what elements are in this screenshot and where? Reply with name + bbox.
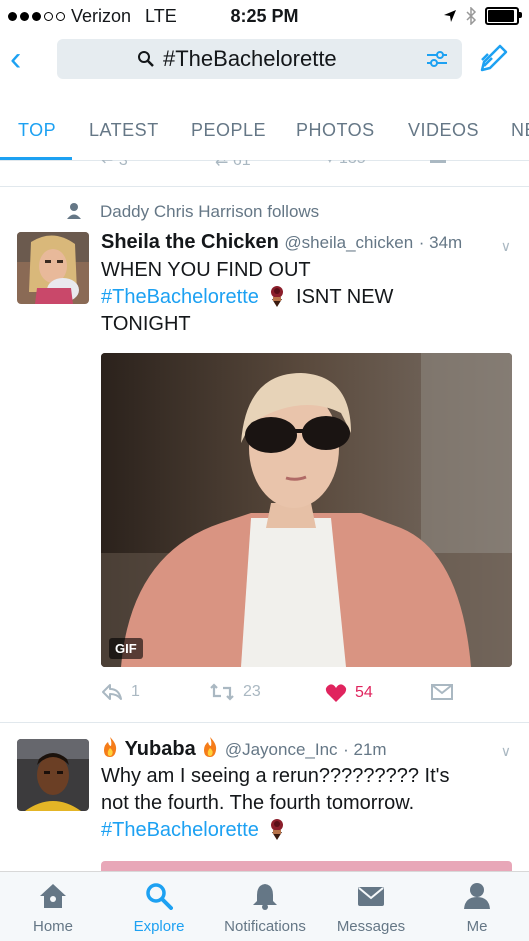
tab-home[interactable]: Home bbox=[0, 872, 106, 941]
author-name[interactable]: Yubaba bbox=[125, 738, 196, 760]
tab-people[interactable]: PEOPLE bbox=[191, 120, 266, 141]
compose-tweet-icon[interactable] bbox=[478, 42, 510, 74]
direct-message-button[interactable] bbox=[431, 683, 453, 701]
previous-reply-count[interactable]: ↩ 3 bbox=[101, 160, 128, 170]
previous-dm-icon[interactable]: ▬ bbox=[430, 160, 446, 168]
tweet-text-line: ISNT NEW bbox=[296, 286, 394, 308]
tweet[interactable]: Daddy Chris Harrison follows Sheila the … bbox=[0, 186, 529, 723]
tab-label: Messages bbox=[336, 918, 406, 935]
social-context: Daddy Chris Harrison follows bbox=[100, 202, 320, 221]
search-header: ‹ #TheBachelorette bbox=[0, 36, 529, 84]
previous-retweet-count[interactable]: ⇄ 61 bbox=[215, 160, 251, 170]
rose-emoji-icon bbox=[271, 286, 284, 307]
back-icon[interactable]: ‹ bbox=[10, 42, 21, 76]
author-handle[interactable]: @Jayonce_Inc bbox=[225, 740, 338, 759]
hashtag-link[interactable]: #TheBachelorette bbox=[101, 819, 259, 841]
reply-count: 1 bbox=[131, 683, 140, 700]
retweet-icon bbox=[210, 683, 234, 701]
tweet-text-line: WHEN YOU FIND OUT bbox=[101, 259, 311, 281]
media-preview[interactable] bbox=[101, 861, 512, 871]
filter-icon[interactable] bbox=[426, 50, 448, 68]
home-icon bbox=[40, 884, 66, 908]
location-arrow-icon bbox=[444, 10, 456, 22]
tweet-text-line: not the fourth. The fourth tomorrow. bbox=[101, 792, 415, 814]
tab-label: Notifications bbox=[224, 918, 306, 935]
tab-messages[interactable]: Messages bbox=[318, 872, 424, 941]
tab-videos[interactable]: VIDEOS bbox=[408, 120, 479, 141]
avatar[interactable] bbox=[17, 232, 89, 304]
search-tabs: TOP LATEST PEOPLE PHOTOS VIDEOS NE bbox=[0, 100, 529, 161]
tab-label: Explore bbox=[133, 918, 185, 935]
chevron-down-icon[interactable]: ∨ bbox=[501, 743, 511, 760]
previous-tweet-actions: ↩ 3 ⇄ 61 ♥ 135 ▬ bbox=[0, 160, 529, 187]
rose-emoji-icon bbox=[271, 819, 284, 840]
tab-news[interactable]: NE bbox=[511, 120, 529, 141]
hashtag-link[interactable]: #TheBachelorette bbox=[101, 286, 259, 308]
tweet-time: · 34m bbox=[418, 233, 463, 252]
heart-icon bbox=[325, 684, 347, 702]
chevron-down-icon[interactable]: ∨ bbox=[501, 238, 511, 255]
search-icon bbox=[146, 883, 173, 910]
gif-media[interactable]: GIF bbox=[101, 353, 512, 667]
tab-top[interactable]: TOP bbox=[18, 120, 56, 141]
tab-explore[interactable]: Explore bbox=[106, 872, 212, 941]
tab-me[interactable]: Me bbox=[424, 872, 529, 941]
tweet-header: Sheila the Chicken @sheila_chicken · 34m bbox=[101, 231, 462, 254]
tweet-text: Why am I seeing a rerun????????? It's no… bbox=[101, 763, 511, 844]
retweet-count: 23 bbox=[243, 683, 261, 700]
tweet-actions: 1 23 54 bbox=[101, 683, 511, 711]
bluetooth-icon bbox=[466, 7, 477, 25]
search-icon bbox=[138, 51, 154, 67]
status-bar: Verizon LTE 8:25 PM bbox=[0, 0, 529, 32]
fire-emoji-icon bbox=[104, 737, 117, 757]
like-button[interactable]: 54 bbox=[325, 683, 373, 703]
envelope-icon bbox=[431, 684, 453, 700]
search-input[interactable]: #TheBachelorette bbox=[57, 39, 462, 79]
tweet[interactable]: Yubaba @Jayonce_Inc · 21m ∨ Why am I see… bbox=[0, 723, 529, 873]
bell-icon bbox=[253, 884, 277, 910]
tab-label: Home bbox=[32, 918, 73, 935]
gif-badge: GIF bbox=[109, 638, 143, 659]
search-query: #TheBachelorette bbox=[163, 46, 337, 71]
battery-icon bbox=[485, 7, 522, 25]
envelope-icon bbox=[358, 887, 384, 906]
tab-latest[interactable]: LATEST bbox=[89, 120, 159, 141]
author-handle[interactable]: @sheila_chicken bbox=[284, 233, 413, 252]
author-name[interactable]: Sheila the Chicken bbox=[101, 231, 279, 253]
tweet-time: · 21m bbox=[343, 740, 387, 759]
reply-icon bbox=[102, 684, 122, 700]
tab-photos[interactable]: PHOTOS bbox=[296, 120, 375, 141]
fire-emoji-icon bbox=[204, 737, 217, 757]
tab-notifications[interactable]: Notifications bbox=[212, 872, 318, 941]
tweet-header: Yubaba @Jayonce_Inc · 21m bbox=[101, 736, 387, 761]
reply-button[interactable]: 1 bbox=[101, 683, 140, 701]
bottom-tab-bar: Home Explore Notifications Messages Me bbox=[0, 871, 529, 941]
retweet-button[interactable]: 23 bbox=[209, 683, 261, 701]
follows-person-icon bbox=[67, 203, 81, 219]
avatar[interactable] bbox=[17, 739, 89, 811]
tweet-text: WHEN YOU FIND OUT #TheBachelorette ISNT … bbox=[101, 257, 511, 338]
tweet-text-line: Why am I seeing a rerun????????? It's bbox=[101, 765, 450, 787]
like-count: 54 bbox=[355, 684, 373, 701]
previous-like-count[interactable]: ♥ 135 bbox=[325, 160, 366, 168]
tweet-text-line: TONIGHT bbox=[101, 313, 191, 335]
person-icon bbox=[464, 883, 490, 909]
tab-label: Me bbox=[466, 918, 488, 935]
